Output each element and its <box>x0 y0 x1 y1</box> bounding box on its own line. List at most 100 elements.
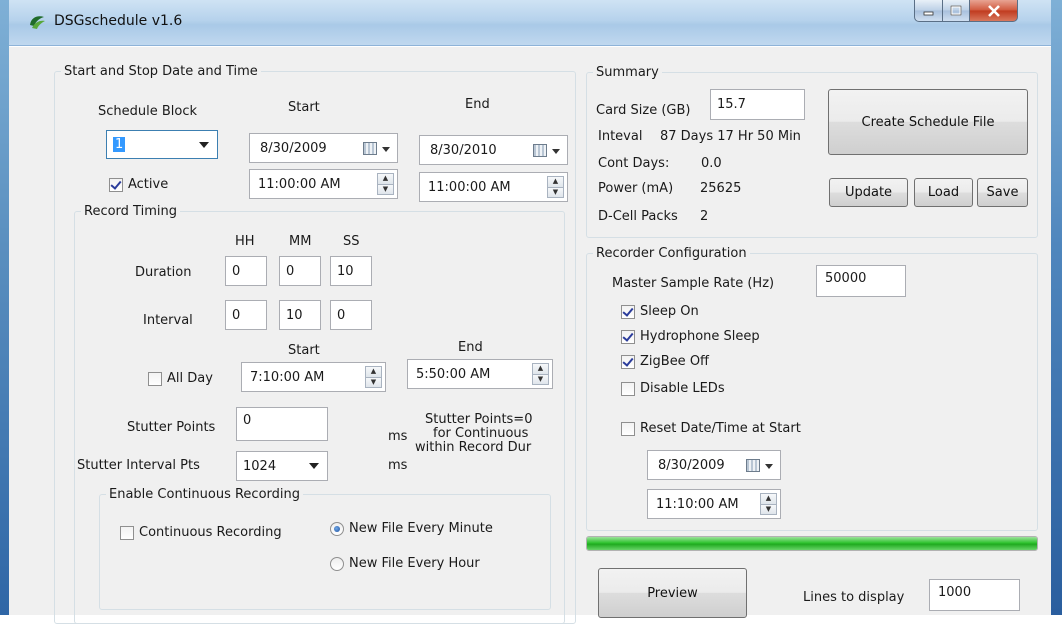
spin-up-icon[interactable]: ▲ <box>532 363 549 375</box>
spin-down-icon[interactable]: ▼ <box>532 374 549 385</box>
reset-date-picker[interactable]: 8/30/2009 <box>647 450 781 480</box>
calendar-icon <box>363 142 377 155</box>
zigbee-off-check-box[interactable] <box>621 354 635 369</box>
chevron-down-icon <box>382 147 390 152</box>
duration-hh-input[interactable]: 0 <box>225 256 267 286</box>
spin-down-icon[interactable]: ▼ <box>377 184 394 195</box>
schedule-block-select[interactable]: 1 <box>106 130 218 159</box>
end-time-spinner[interactable]: ▲ ▼ <box>547 176 564 198</box>
stutter-interval-value: 1024 <box>243 458 277 474</box>
timing-end-time-picker[interactable]: 5:50:00 AM ▲ ▼ <box>407 359 553 389</box>
create-schedule-file-button[interactable]: Create Schedule File <box>828 89 1028 155</box>
title-bar[interactable]: DSGschedule v1.6 <box>0 0 1062 46</box>
progress-bar <box>586 536 1038 551</box>
continuous-group: Enable Continuous Recording <box>99 487 551 610</box>
all-day-label: All Day <box>167 371 213 386</box>
timing-start-time-picker[interactable]: 7:10:00 AM ▲ ▼ <box>241 362 386 392</box>
card-size-label: Card Size (GB) <box>596 103 691 118</box>
window-frame-right <box>1051 0 1062 615</box>
dates-end-heading: End <box>465 97 490 112</box>
continuous-check-box[interactable] <box>120 525 134 540</box>
save-button[interactable]: Save <box>977 178 1028 207</box>
sleep-on-label: Sleep On <box>640 304 699 319</box>
duration-mm-input[interactable]: 0 <box>279 256 321 286</box>
spin-up-icon[interactable]: ▲ <box>760 493 777 505</box>
stutter-points-label: Stutter Points <box>127 420 216 435</box>
start-date-picker[interactable]: 8/30/2009 <box>249 133 398 163</box>
all-day-check-box[interactable] <box>148 371 162 386</box>
new-file-minute-label: New File Every Minute <box>349 521 493 536</box>
minimize-button[interactable] <box>914 0 943 22</box>
calendar-icon <box>746 459 760 472</box>
end-time-picker[interactable]: 11:00:00 AM ▲ ▼ <box>419 172 568 202</box>
sample-rate-input[interactable]: 50000 <box>816 265 906 297</box>
reset-datetime-checkbox[interactable]: Reset Date/Time at Start <box>621 421 801 436</box>
zigbee-off-checkbox[interactable]: ZigBee Off <box>621 354 709 369</box>
reset-time-picker[interactable]: 11:10:00 AM ▲ ▼ <box>647 489 781 519</box>
dates-start-heading: Start <box>288 100 320 115</box>
summary-group-label: Summary <box>596 65 659 80</box>
duration-ss-input[interactable]: 10 <box>330 256 372 286</box>
continuous-recording-checkbox[interactable]: Continuous Recording <box>120 525 282 540</box>
dcell-value: 2 <box>700 209 709 224</box>
lines-to-display-label: Lines to display <box>803 590 905 605</box>
disable-leds-check-box[interactable] <box>621 381 635 396</box>
active-check-box[interactable] <box>109 177 123 192</box>
all-day-checkbox[interactable]: All Day <box>148 371 213 386</box>
spin-down-icon[interactable]: ▼ <box>547 187 564 198</box>
start-time-value: 11:00:00 AM <box>258 176 341 192</box>
stutter-points-input[interactable]: 0 <box>236 407 328 441</box>
interval-mm-input[interactable]: 10 <box>279 300 321 330</box>
app-logo-icon <box>30 16 45 29</box>
new-file-minute-radio[interactable]: New File Every Minute <box>330 521 493 536</box>
stutter-interval-select[interactable]: 1024 <box>236 451 328 481</box>
new-file-minute-radio-dot[interactable] <box>330 521 344 536</box>
window-title: DSGschedule v1.6 <box>54 13 183 29</box>
active-checkbox[interactable]: Active <box>109 177 168 192</box>
timing-end-spinner[interactable]: ▲ ▼ <box>532 363 549 385</box>
hh-label: HH <box>235 234 255 249</box>
stutter-note-line-3: within Record Dur <box>415 440 532 455</box>
reset-time-spinner[interactable]: ▲ ▼ <box>760 493 777 515</box>
interval-hh-input[interactable]: 0 <box>225 300 267 330</box>
interval-ss-input[interactable]: 0 <box>330 300 372 330</box>
reset-time-value: 11:10:00 AM <box>656 496 739 512</box>
hydrophone-sleep-check-box[interactable] <box>621 329 635 344</box>
chevron-down-icon <box>199 142 209 148</box>
schedule-block-label: Schedule Block <box>98 104 198 119</box>
disable-leds-checkbox[interactable]: Disable LEDs <box>621 381 725 396</box>
start-time-picker[interactable]: 11:00:00 AM ▲ ▼ <box>249 169 398 199</box>
start-stop-group-label: Start and Stop Date and Time <box>64 64 258 79</box>
spin-down-icon[interactable]: ▼ <box>365 377 382 388</box>
preview-button[interactable]: Preview <box>598 568 747 618</box>
record-timing-group-label: Record Timing <box>84 204 177 219</box>
card-size-input[interactable]: 15.7 <box>710 89 805 120</box>
close-button[interactable] <box>970 0 1018 22</box>
timing-start-spinner[interactable]: ▲ ▼ <box>365 366 382 388</box>
maximize-button[interactable] <box>943 0 970 22</box>
spin-up-icon[interactable]: ▲ <box>547 176 564 188</box>
new-file-hour-radio-dot[interactable] <box>330 556 344 571</box>
start-time-spinner[interactable]: ▲ ▼ <box>377 173 394 195</box>
end-date-picker[interactable]: 8/30/2010 <box>419 135 568 165</box>
stutter-points-ms-unit: ms <box>388 429 408 444</box>
spin-up-icon[interactable]: ▲ <box>377 173 394 185</box>
lines-to-display-input[interactable]: 1000 <box>929 579 1020 611</box>
new-file-hour-label: New File Every Hour <box>349 556 480 571</box>
chevron-down-icon <box>552 149 560 154</box>
spin-up-icon[interactable]: ▲ <box>365 366 382 378</box>
timing-start-heading: Start <box>288 343 320 358</box>
hydrophone-sleep-checkbox[interactable]: Hydrophone Sleep <box>621 329 760 344</box>
spin-down-icon[interactable]: ▼ <box>760 504 777 515</box>
progress-bar-fill <box>587 537 1037 550</box>
reset-datetime-check-box[interactable] <box>621 421 635 436</box>
sleep-on-checkbox[interactable]: Sleep On <box>621 304 699 319</box>
load-button[interactable]: Load <box>914 178 973 207</box>
window-frame-left <box>0 0 9 615</box>
sleep-on-check-box[interactable] <box>621 304 635 319</box>
update-button[interactable]: Update <box>829 178 908 207</box>
new-file-hour-radio[interactable]: New File Every Hour <box>330 556 480 571</box>
dcell-label: D-Cell Packs <box>598 209 678 224</box>
caption-buttons <box>914 0 1018 22</box>
reset-date-value: 8/30/2009 <box>658 457 725 473</box>
